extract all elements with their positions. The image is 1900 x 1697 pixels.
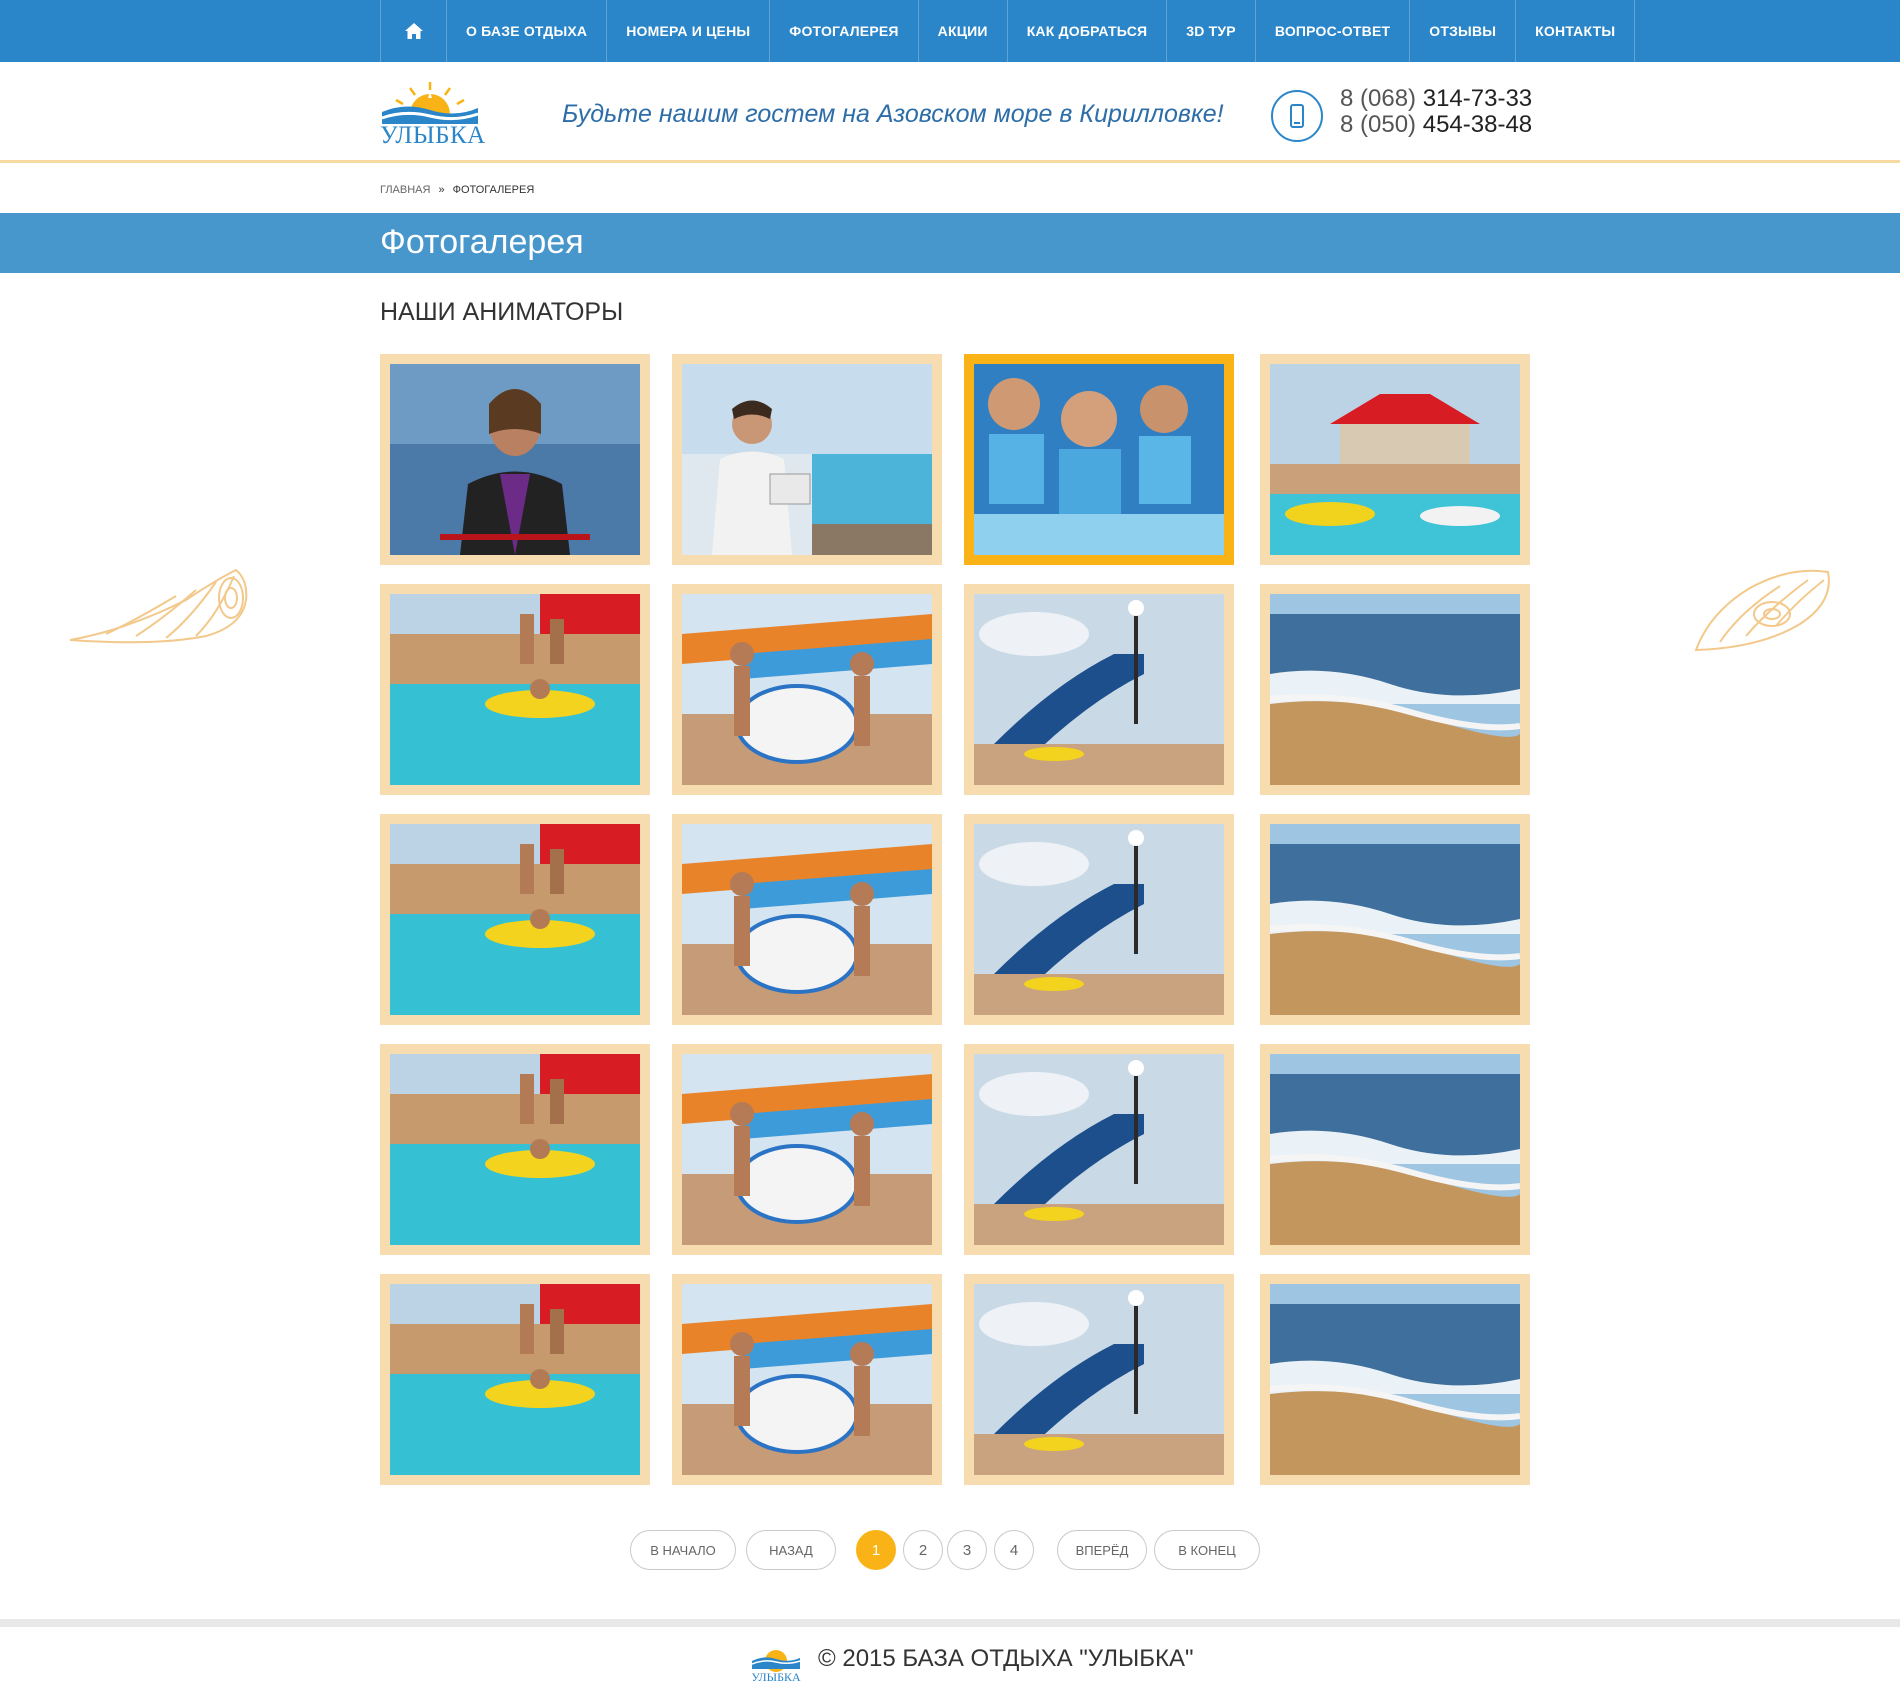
pagination: В начало Назад 1 2 3 4 Вперёд В конец xyxy=(0,1530,1900,1570)
gallery-thumbnail[interactable] xyxy=(1260,1274,1530,1485)
phone-icon-circle xyxy=(1271,90,1323,142)
site-header: УЛЫБКА Будьте нашим гостем на Азовском м… xyxy=(0,62,1900,163)
phone-1-code: 8 (068) xyxy=(1340,85,1417,112)
pagination-page-4[interactable]: 4 xyxy=(994,1530,1034,1570)
breadcrumb: Главная » Фотогалерея xyxy=(380,184,534,196)
gallery-thumbnail[interactable] xyxy=(964,1044,1234,1255)
mobile-phone-icon xyxy=(1290,104,1304,128)
gallery-thumbnail[interactable] xyxy=(672,1044,942,1255)
nav-contacts[interactable]: Контакты xyxy=(1515,0,1636,62)
phone-2-number: 454-38-48 xyxy=(1422,111,1533,138)
gallery-thumbnail[interactable] xyxy=(964,584,1234,795)
home-icon xyxy=(404,23,423,39)
pagination-last[interactable]: В конец xyxy=(1154,1530,1260,1570)
gallery-thumbnail[interactable] xyxy=(380,814,650,1025)
top-navigation: О базе отдыха Номера и цены Фотогалерея … xyxy=(0,0,1900,62)
gallery-thumbnail[interactable] xyxy=(964,814,1234,1025)
woman-wakeboarder-photo xyxy=(390,364,640,555)
water-slide-photo xyxy=(974,1284,1224,1475)
phone-1-number: 314-73-33 xyxy=(1422,85,1533,112)
sea-shore-photo xyxy=(1270,1054,1520,1245)
gallery-thumbnail[interactable] xyxy=(1260,354,1530,565)
logo-sun-wave-icon xyxy=(381,82,479,124)
nav-home[interactable] xyxy=(380,0,446,62)
pool-inflatable-photo xyxy=(390,1284,640,1475)
phone-numbers: 8 (068) 314-73-33 8 (050) 454-38-48 xyxy=(1340,86,1532,138)
gallery-thumbnail[interactable] xyxy=(672,584,942,795)
pagination-page-1[interactable]: 1 xyxy=(856,1530,896,1570)
phone-2[interactable]: 8 (050) 454-38-48 xyxy=(1340,112,1532,138)
waterpark-girls-photo xyxy=(682,1054,932,1245)
title-band: Фотогалерея xyxy=(0,213,1900,273)
gallery-thumbnail[interactable] xyxy=(964,1274,1234,1485)
waterpark-girls-photo xyxy=(682,1284,932,1475)
sea-shore-photo xyxy=(1270,1284,1520,1475)
sea-shore-photo xyxy=(1270,594,1520,785)
man-with-tablet-poolside-photo xyxy=(682,364,932,555)
footer-logo[interactable]: УЛЫБКА xyxy=(750,1643,802,1683)
pagination-prev[interactable]: Назад xyxy=(746,1530,836,1570)
gallery-thumbnail[interactable] xyxy=(380,354,650,565)
gallery-thumbnail[interactable] xyxy=(1260,584,1530,795)
nav-menu: О базе отдыха Номера и цены Фотогалерея … xyxy=(380,0,1636,62)
pool-inflatable-photo xyxy=(390,594,640,785)
slogan: Будьте нашим гостем на Азовском море в К… xyxy=(562,100,1224,128)
pagination-next[interactable]: Вперёд xyxy=(1057,1530,1147,1570)
water-slide-photo xyxy=(974,1054,1224,1245)
water-slide-photo xyxy=(974,824,1224,1015)
seashell-left-icon xyxy=(69,568,248,644)
footer-logo-text: УЛЫБКА xyxy=(751,1670,801,1683)
breadcrumb-home[interactable]: Главная xyxy=(380,184,430,196)
waterpark-girls-photo xyxy=(682,594,932,785)
nav-reviews[interactable]: Отзывы xyxy=(1409,0,1515,62)
breadcrumb-separator: » xyxy=(438,184,445,196)
page-title: Фотогалерея xyxy=(380,223,584,261)
pool-inflatable-photo xyxy=(390,824,640,1015)
kids-in-life-vests-photo xyxy=(974,364,1224,555)
beach-cafe-pool-photo xyxy=(1270,364,1520,555)
footer-copyright: © 2015 БАЗА ОТДЫХА "УЛЫБКА" xyxy=(818,1645,1194,1672)
pagination-page-2[interactable]: 2 xyxy=(903,1530,943,1570)
pagination-page-3[interactable]: 3 xyxy=(947,1530,987,1570)
waterpark-girls-photo xyxy=(682,824,932,1015)
pagination-first[interactable]: В начало xyxy=(630,1530,736,1570)
site-footer: УЛЫБКА © 2015 БАЗА ОТДЫХА "УЛЫБКА" xyxy=(0,1627,1900,1697)
gallery-thumbnail[interactable] xyxy=(1260,814,1530,1025)
seashell-right-icon xyxy=(1694,569,1830,652)
breadcrumb-current: Фотогалерея xyxy=(452,184,535,196)
nav-promotions[interactable]: Акции xyxy=(917,0,1007,62)
phone-1[interactable]: 8 (068) 314-73-33 xyxy=(1340,86,1532,112)
footer-divider xyxy=(0,1619,1900,1627)
gallery-thumbnail[interactable] xyxy=(672,354,942,565)
nav-directions[interactable]: Как добраться xyxy=(1006,0,1167,62)
gallery-thumbnail[interactable] xyxy=(964,354,1234,565)
section-title: Наши аниматоры xyxy=(380,298,624,326)
nav-about[interactable]: О базе отдыха xyxy=(446,0,606,62)
nav-faq[interactable]: Вопрос-ответ xyxy=(1254,0,1409,62)
gallery-thumbnail[interactable] xyxy=(380,1274,650,1485)
gallery-thumbnail[interactable] xyxy=(1260,1044,1530,1255)
gallery-thumbnail[interactable] xyxy=(672,1274,942,1485)
nav-3d-tour[interactable]: 3D тур xyxy=(1166,0,1255,62)
gallery-thumbnail[interactable] xyxy=(380,584,650,795)
sea-shore-photo xyxy=(1270,824,1520,1015)
nav-rooms-prices[interactable]: Номера и цены xyxy=(606,0,769,62)
logo-text: УЛЫБКА xyxy=(380,122,486,149)
gallery-thumbnail[interactable] xyxy=(672,814,942,1025)
gallery-thumbnail[interactable] xyxy=(380,1044,650,1255)
water-slide-photo xyxy=(974,594,1224,785)
site-logo[interactable]: УЛЫБКА xyxy=(380,78,486,152)
nav-gallery[interactable]: Фотогалерея xyxy=(769,0,917,62)
phone-2-code: 8 (050) xyxy=(1340,111,1417,138)
pool-inflatable-photo xyxy=(390,1054,640,1245)
